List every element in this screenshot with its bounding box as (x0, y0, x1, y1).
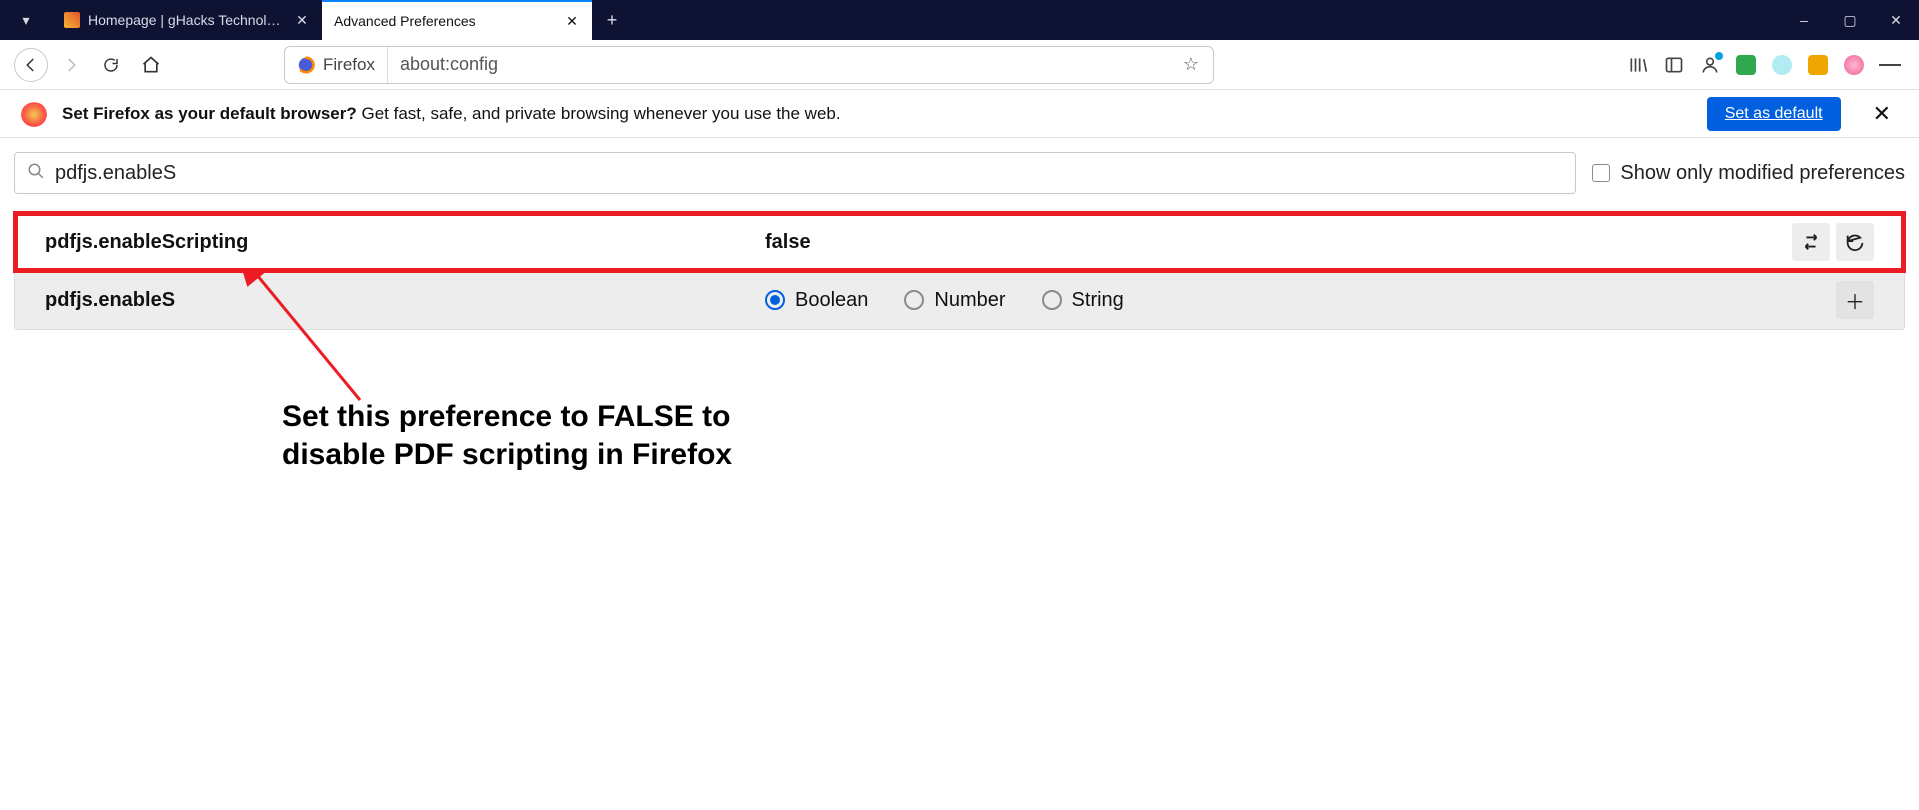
radio-label: Number (934, 289, 1005, 312)
pref-name: pdfjs.enableScripting (45, 231, 765, 254)
pref-name: pdfjs.enableS (45, 289, 765, 312)
annotation-text: Set this preference to FALSE to disable … (282, 398, 812, 475)
account-icon[interactable] (1699, 54, 1721, 76)
show-modified-label: Show only modified preferences (1620, 162, 1905, 185)
search-icon (27, 162, 45, 185)
library-icon[interactable] (1627, 54, 1649, 76)
search-row: Show only modified preferences (14, 152, 1905, 194)
tab-aboutconfig[interactable]: Advanced Preferences ✕ (322, 0, 592, 40)
radio-icon (765, 290, 785, 310)
url-input[interactable] (388, 54, 1169, 75)
favicon-ghacks (64, 12, 80, 28)
pref-value: false (765, 231, 1778, 254)
extension-icon-3[interactable] (1807, 54, 1829, 76)
window-titlebar: ▾ Homepage | gHacks Technology News ✕ Ad… (0, 0, 1919, 40)
firefox-icon (297, 56, 315, 74)
banner-close-icon[interactable]: ✕ (1865, 97, 1899, 131)
new-tab-button[interactable]: + (592, 0, 632, 40)
bookmark-star-icon[interactable]: ☆ (1169, 54, 1213, 75)
default-browser-banner: Set Firefox as your default browser? Get… (0, 90, 1919, 138)
pref-search-input[interactable] (55, 162, 1563, 185)
site-identity[interactable]: Firefox (285, 47, 388, 83)
toggle-button[interactable] (1792, 223, 1830, 261)
radio-label: Boolean (795, 289, 868, 312)
close-tab-icon[interactable]: ✕ (294, 12, 310, 29)
tab-ghacks[interactable]: Homepage | gHacks Technology News ✕ (52, 0, 322, 40)
banner-text: Set Firefox as your default browser? Get… (62, 104, 841, 124)
firefox-logo-icon (20, 100, 48, 128)
tab-scroll-button[interactable]: ▾ (0, 0, 52, 40)
sidebar-icon[interactable] (1663, 54, 1685, 76)
extension-icon-2[interactable] (1771, 54, 1793, 76)
window-minimize-button[interactable]: – (1781, 0, 1827, 40)
home-button[interactable] (134, 48, 168, 82)
back-button[interactable] (14, 48, 48, 82)
aboutconfig-content: Show only modified preferences pdfjs.ena… (0, 138, 1919, 344)
tab-label: Homepage | gHacks Technology News (88, 12, 286, 28)
tab-label: Advanced Preferences (334, 13, 556, 29)
close-tab-icon[interactable]: ✕ (564, 13, 580, 30)
radio-label: String (1072, 289, 1124, 312)
radio-string[interactable]: String (1042, 289, 1124, 312)
reset-button[interactable] (1836, 223, 1874, 261)
pref-search-box[interactable] (14, 152, 1576, 194)
radio-icon (1042, 290, 1062, 310)
nav-toolbar: Firefox ☆ (0, 40, 1919, 90)
set-default-button[interactable]: Set as default (1707, 97, 1841, 131)
window-controls: – ▢ ✕ (1781, 0, 1919, 40)
banner-rest: Get fast, safe, and private browsing whe… (357, 104, 841, 123)
identity-label: Firefox (323, 55, 375, 75)
pref-row-enable-scripting[interactable]: pdfjs.enableScripting false (15, 213, 1904, 271)
url-bar[interactable]: Firefox ☆ (284, 46, 1214, 84)
window-maximize-button[interactable]: ▢ (1827, 0, 1873, 40)
reload-button[interactable] (94, 48, 128, 82)
window-close-button[interactable]: ✕ (1873, 0, 1919, 40)
add-pref-button[interactable]: ＋ (1836, 281, 1874, 319)
pref-actions: ＋ (1778, 281, 1874, 319)
notification-dot (1715, 52, 1723, 60)
banner-bold: Set Firefox as your default browser? (62, 104, 357, 123)
extension-icon-4[interactable] (1843, 54, 1865, 76)
pref-actions (1778, 223, 1874, 261)
extension-icon-1[interactable] (1735, 54, 1757, 76)
radio-icon (904, 290, 924, 310)
checkbox-icon[interactable] (1592, 164, 1610, 182)
app-menu-button[interactable] (1879, 54, 1901, 76)
toolbar-right (1627, 54, 1905, 76)
forward-button (54, 48, 88, 82)
pref-table: pdfjs.enableScripting false pdfjs.enable… (14, 212, 1905, 330)
show-modified-toggle[interactable]: Show only modified preferences (1592, 162, 1905, 185)
pref-row-new[interactable]: pdfjs.enableS Boolean Number String ＋ (15, 271, 1904, 329)
radio-boolean[interactable]: Boolean (765, 289, 868, 312)
pref-type-radios: Boolean Number String (765, 289, 1778, 312)
radio-number[interactable]: Number (904, 289, 1005, 312)
tab-strip: Homepage | gHacks Technology News ✕ Adva… (0, 0, 632, 40)
